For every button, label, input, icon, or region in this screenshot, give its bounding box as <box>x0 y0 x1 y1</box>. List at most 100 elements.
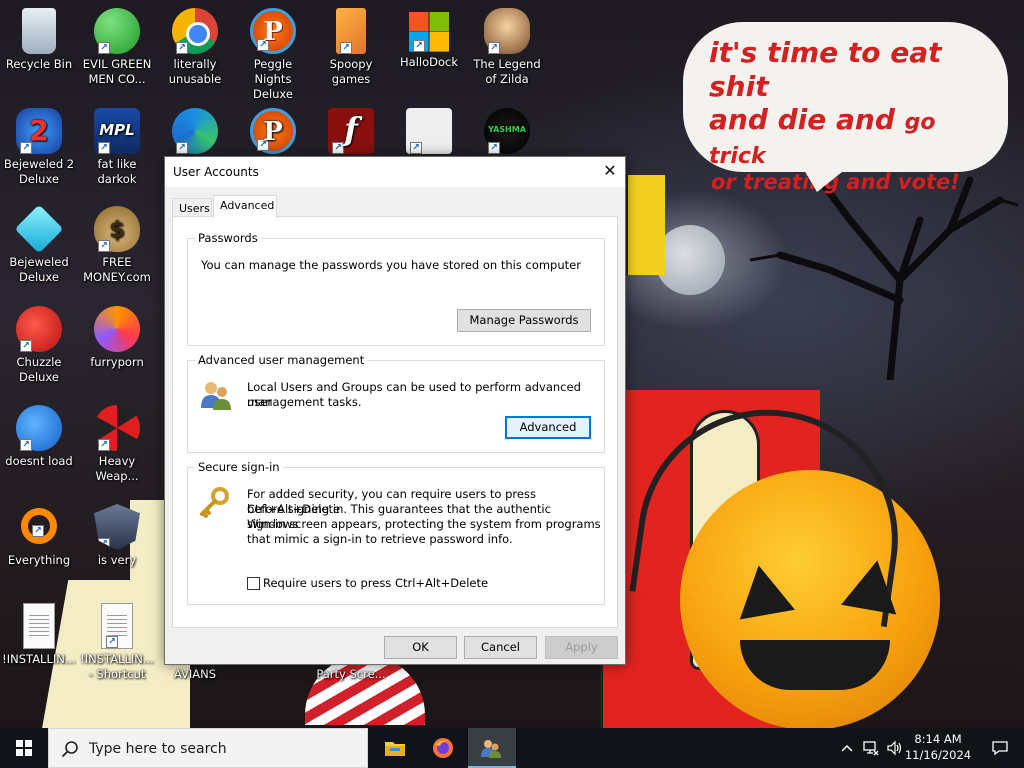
manage-passwords-button[interactable]: Manage Passwords <box>457 309 591 332</box>
desktop-icon-fat-like-darkok[interactable]: ↗ fat like darkok <box>78 108 156 187</box>
flash-icon: ↗ <box>328 108 374 154</box>
firefox-icon <box>94 306 140 352</box>
chevron-up-icon <box>841 744 853 752</box>
apply-button[interactable]: Apply <box>545 636 618 659</box>
bejeweled-2-icon: ↗ <box>16 108 62 154</box>
gear-icon: ↗ <box>406 108 452 154</box>
recycle-bin-icon <box>22 8 56 54</box>
desktop-icon-flash[interactable]: ↗ <box>312 108 390 157</box>
clock-time: 8:14 AM <box>914 732 962 746</box>
desktop-icon-hallodock[interactable]: ↗ HalloDock <box>390 8 468 70</box>
key-icon <box>200 487 229 518</box>
tab-advanced[interactable]: Advanced <box>213 195 277 218</box>
shortcut-arrow-icon: ↗ <box>20 142 32 154</box>
text-document-icon: ↗ <box>101 603 133 649</box>
desktop-icon-spoopy-games[interactable]: ↗ Spoopy games <box>312 8 390 87</box>
desktop-icon-doesnt-load[interactable]: ↗ doesnt load <box>0 405 78 469</box>
desktop-icon-label: The Legend of Zilda <box>473 57 541 86</box>
shortcut-arrow-icon: ↗ <box>340 42 352 54</box>
desktop-icon-label: AVIANS <box>173 667 217 681</box>
desktop-icon-free-money[interactable]: ↗ FREE MONEY.com <box>78 206 156 285</box>
close-icon[interactable]: ✕ <box>595 157 625 187</box>
windows-logo-icon <box>16 740 32 756</box>
pumpkin-eye <box>731 560 795 620</box>
desktop-icon-everything[interactable]: ↗ Everything <box>0 504 78 568</box>
desktop-icon-recycle-bin[interactable]: Recycle Bin <box>0 8 78 72</box>
desktop-icon-label: Chuzzle Deluxe <box>16 355 62 384</box>
require-ctrl-alt-delete-label[interactable]: Require users to press Ctrl+Alt+Delete <box>263 576 488 591</box>
desktop-icon-label: is very <box>97 553 137 567</box>
shortcut-arrow-icon: ↗ <box>98 142 110 154</box>
desktop-icon-peggle-nights[interactable]: ↗ Peggle Nights Deluxe <box>234 8 312 102</box>
dialog-title: User Accounts <box>173 165 259 179</box>
windows-logo-icon: ↗ <box>409 12 449 52</box>
shortcut-arrow-icon: ↗ <box>257 139 269 151</box>
users-group-icon <box>201 382 231 410</box>
desktop-icon-label: Everything <box>7 553 71 567</box>
desktop-icon-peggle[interactable]: ↗ <box>234 108 312 157</box>
wallpaper-pumpkin-bucket <box>629 392 940 730</box>
desktop-icon-label: doesnt load <box>5 454 73 468</box>
bubble-line: it's time to eat shit <box>709 36 942 103</box>
secure-signin-title: Secure sign-in <box>195 460 283 474</box>
desktop-icon-chuzzle[interactable]: ↗ Chuzzle Deluxe <box>0 306 78 385</box>
passwords-group: Passwords You can manage the passwords y… <box>187 231 605 346</box>
desktop-icon-avians[interactable]: AVIANS <box>156 667 234 682</box>
shortcut-arrow-icon: ↗ <box>20 439 32 451</box>
ok-button[interactable]: OK <box>384 636 457 659</box>
desktop-icon-heavy-weapon[interactable]: ↗ Heavy Weap... <box>78 405 156 484</box>
desktop-icon-label: Recycle Bin <box>5 57 73 71</box>
advanced-user-management-title: Advanced user management <box>195 353 368 367</box>
desktop-icon-label: Party Scre... <box>316 667 386 681</box>
shortcut-arrow-icon: ↗ <box>332 142 344 154</box>
desktop-icon-installing[interactable]: !INSTALLIN... <box>0 603 78 667</box>
radiation-icon: ↗ <box>94 405 140 451</box>
taskbar-user-accounts[interactable] <box>468 728 516 768</box>
desktop-icon-furryporn[interactable]: furryporn <box>78 306 156 370</box>
diamond-icon <box>14 204 64 254</box>
network-tray[interactable] <box>860 728 882 768</box>
desktop-icon-control-panel[interactable]: ↗ <box>390 108 468 157</box>
shortcut-arrow-icon: ↗ <box>176 42 188 54</box>
search-icon <box>61 741 78 758</box>
desktop-icon-is-very[interactable]: ↗ is very <box>78 504 156 568</box>
secure-description-line4: that mimic a sign-in to retrieve passwor… <box>247 532 513 546</box>
taskbar: Type here to search 8:14 AM 11/16/2024 <box>0 728 1024 768</box>
taskbar-search-box[interactable]: Type here to search <box>48 728 368 768</box>
tab-users[interactable]: Users <box>172 198 212 217</box>
desktop-icon-installing-shortcut[interactable]: ↗ !INSTALLIN... - Shortcut <box>78 603 156 682</box>
advanced-button[interactable]: Advanced <box>505 416 591 439</box>
advanced-description-line2: management tasks. <box>247 395 362 409</box>
dialog-titlebar[interactable]: User Accounts ✕ <box>165 157 625 187</box>
desktop-icon-legend-of-zilda[interactable]: ↗ The Legend of Zilda <box>468 8 546 87</box>
desktop-icon-bejeweled-deluxe[interactable]: Bejeweled Deluxe <box>0 204 78 285</box>
mpl-icon: ↗ <box>94 108 140 154</box>
desktop-icon-yashma[interactable]: ↗ <box>468 108 546 157</box>
taskbar-firefox[interactable] <box>420 728 468 768</box>
require-ctrl-alt-delete-checkbox[interactable] <box>247 577 260 590</box>
cancel-button[interactable]: Cancel <box>464 636 537 659</box>
desktop-icon-label: furryporn <box>90 355 144 369</box>
secure-signin-group: Secure sign-in For added security, you c… <box>187 460 605 605</box>
desktop-icon-label: Heavy Weap... <box>95 454 139 483</box>
shortcut-arrow-icon: ↗ <box>98 439 110 451</box>
desktop-icon-chrome[interactable]: ↗ literally unusable <box>156 8 234 87</box>
wallpaper-figure-head <box>625 175 665 275</box>
wallpaper-moon <box>655 225 725 295</box>
taskbar-file-explorer[interactable] <box>372 728 420 768</box>
desktop-icon-edge[interactable]: ↗ <box>156 108 234 157</box>
bubble-line-part: and die and <box>709 103 895 137</box>
passwords-group-title: Passwords <box>195 231 261 245</box>
file-explorer-icon <box>385 742 405 756</box>
action-center-button[interactable] <box>976 728 1024 768</box>
desktop-icon-bejeweled-2[interactable]: ↗ Bejeweled 2 Deluxe <box>0 108 78 187</box>
start-button[interactable] <box>0 728 48 768</box>
show-hidden-icons[interactable] <box>838 728 856 768</box>
mpl-shield-icon: ↗ <box>94 504 140 550</box>
desktop-icon-evil-green-men[interactable]: ↗ EVIL GREEN MEN CO... <box>78 8 156 87</box>
speech-bubble: it's time to eat shit and die and go tri… <box>683 22 1008 194</box>
clock-date: 11/16/2024 <box>904 748 972 762</box>
desktop-icon-party-screen[interactable]: Party Scre... <box>312 667 390 682</box>
taskbar-clock[interactable]: 8:14 AM 11/16/2024 <box>900 731 976 763</box>
user-accounts-icon <box>481 740 501 758</box>
